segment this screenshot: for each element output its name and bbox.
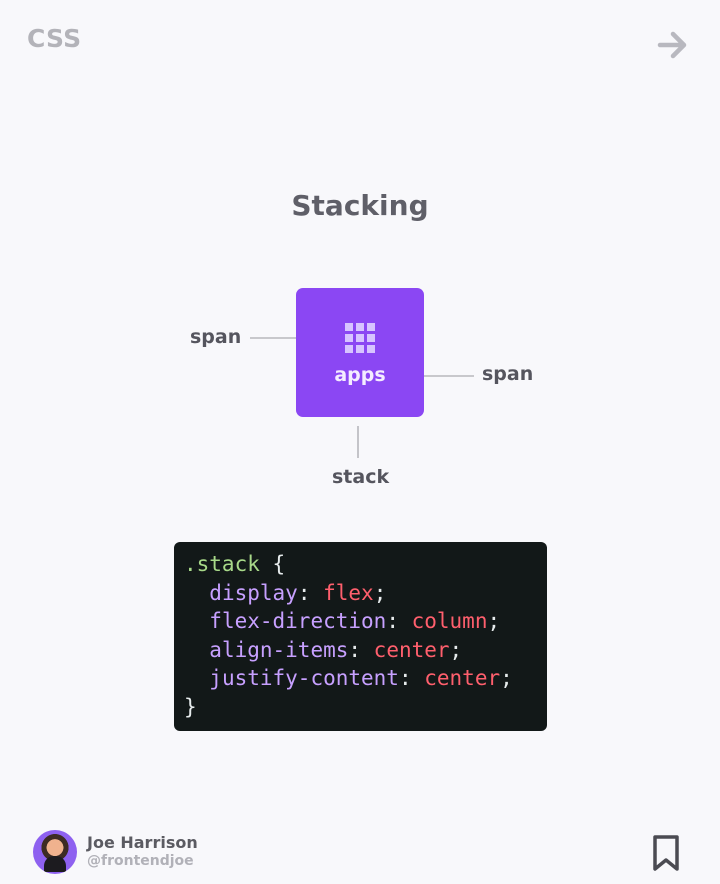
- code-line-selector: .stack {: [184, 550, 547, 579]
- stack-label: stack: [332, 466, 390, 488]
- stack-container-box: apps: [296, 288, 424, 417]
- grid-icon: [345, 323, 377, 355]
- author-handle[interactable]: @frontendjoe: [87, 852, 198, 870]
- close-brace: }: [184, 694, 197, 719]
- author-profile[interactable]: Joe Harrison @frontendjoe: [33, 830, 198, 874]
- css-value: flex: [323, 580, 374, 605]
- code-line-align-items: align-items: center;: [209, 637, 463, 662]
- post-card: CSS Stacking apps span span stack .stack…: [0, 0, 720, 884]
- css-property: display: [209, 580, 298, 605]
- right-span-label: span: [482, 363, 534, 385]
- apps-label: apps: [334, 364, 386, 386]
- css-property: justify-content: [209, 666, 399, 690]
- author-text: Joe Harrison @frontendjoe: [87, 834, 198, 870]
- avatar[interactable]: [33, 830, 77, 874]
- css-value: column: [411, 609, 488, 633]
- css-selector: .stack: [184, 552, 260, 576]
- left-span-label: span: [190, 326, 242, 348]
- css-value: center: [424, 666, 501, 690]
- css-property: align-items: [209, 637, 349, 662]
- bookmark-icon[interactable]: [650, 833, 682, 873]
- open-brace: {: [272, 552, 286, 576]
- css-code-block: .stack { display: flex; flex-direction: …: [174, 542, 547, 731]
- css-property: flex-direction: [209, 609, 387, 633]
- css-value: center: [373, 637, 450, 662]
- stacking-diagram: [250, 337, 474, 458]
- author-name[interactable]: Joe Harrison: [87, 834, 198, 852]
- code-line-display: display: flex;: [209, 580, 387, 605]
- code-line-close-brace: }: [184, 693, 547, 722]
- code-line-justify-content: justify-content: center;: [209, 666, 513, 690]
- code-line-flex-direction: flex-direction: column;: [209, 609, 501, 633]
